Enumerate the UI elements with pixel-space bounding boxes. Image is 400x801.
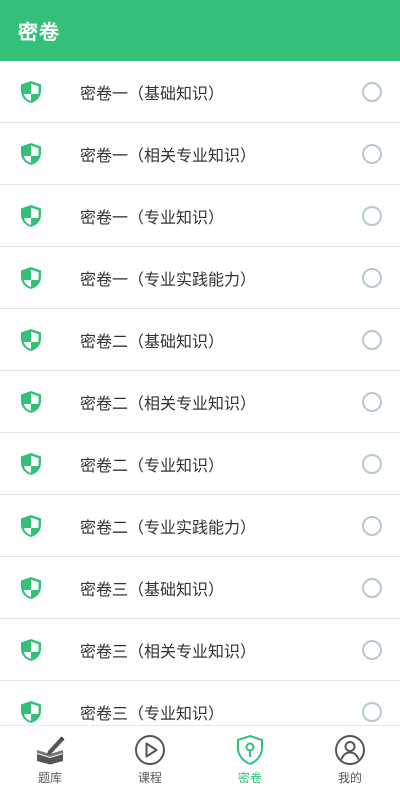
list-item-label: 密卷三（专业知识） (80, 703, 225, 723)
tab-label: 课程 (137, 771, 162, 785)
list-item-label: 密卷二（专业实践能力） (80, 517, 257, 537)
list-item-label: 密卷二（相关专业知识） (80, 393, 257, 413)
tab-label: 题库 (37, 771, 62, 785)
tab-secret-paper[interactable]: 密卷 (200, 726, 300, 801)
select-radio[interactable] (362, 267, 382, 288)
shield-icon (21, 576, 41, 599)
list-item-label: 密卷二（基础知识） (80, 331, 225, 351)
shield-icon (21, 80, 41, 103)
select-radio[interactable] (362, 329, 382, 350)
select-radio[interactable] (362, 701, 382, 722)
shield-icon (21, 452, 41, 475)
shield-icon (21, 328, 41, 351)
list-item-label: 密卷三（基础知识） (80, 579, 225, 599)
list-item-label: 密卷一（专业实践能力） (80, 269, 257, 289)
list-item-label: 密卷三（相关专业知识） (80, 641, 257, 661)
shield-icon (21, 514, 41, 537)
shield-icon (21, 700, 41, 723)
select-radio[interactable] (362, 143, 382, 164)
list-item[interactable]: 密卷二（相关专业知识） (0, 371, 400, 433)
list-item-label: 密卷二（专业知识） (80, 455, 225, 475)
tab-course[interactable]: 课程 (100, 726, 200, 801)
select-radio[interactable] (362, 205, 382, 226)
play-circle-icon (135, 735, 165, 765)
tab-mine[interactable]: 我的 (300, 726, 400, 801)
shield-icon (21, 638, 41, 661)
list-item[interactable]: 密卷二（专业知识） (0, 433, 400, 495)
tab-label: 我的 (337, 771, 362, 785)
list-item[interactable]: 密卷一（相关专业知识） (0, 123, 400, 185)
list-item[interactable]: 密卷二（专业实践能力） (0, 495, 400, 557)
list-item[interactable]: 密卷一（专业知识） (0, 185, 400, 247)
select-radio[interactable] (362, 391, 382, 412)
list-item[interactable]: 密卷三（专业知识） (0, 681, 400, 725)
app-header: 密卷 (0, 0, 400, 61)
bottom-tab-bar: 题库 课程 密卷 我的 (0, 725, 400, 801)
shield-icon (21, 204, 41, 227)
paper-list: 密卷一（基础知识） 密卷一（相关专业知识） 密卷一（专业知识） 密卷一（专业实践… (0, 61, 400, 725)
select-radio[interactable] (362, 577, 382, 598)
list-item[interactable]: 密卷一（基础知识） (0, 61, 400, 123)
select-radio[interactable] (362, 515, 382, 536)
list-item[interactable]: 密卷一（专业实践能力） (0, 247, 400, 309)
select-radio[interactable] (362, 639, 382, 660)
secret-paper-icon (237, 734, 263, 766)
shield-icon (21, 266, 41, 289)
question-bank-icon (37, 736, 65, 765)
list-item[interactable]: 密卷三（基础知识） (0, 557, 400, 619)
page-title: 密卷 (18, 20, 60, 44)
shield-icon (21, 142, 41, 165)
list-item[interactable]: 密卷三（相关专业知识） (0, 619, 400, 681)
shield-icon (21, 390, 41, 413)
select-radio[interactable] (362, 453, 382, 474)
list-item[interactable]: 密卷二（基础知识） (0, 309, 400, 371)
user-icon (335, 735, 365, 765)
tab-question-bank[interactable]: 题库 (0, 726, 100, 801)
list-item-label: 密卷一（专业知识） (80, 207, 225, 227)
tab-label: 密卷 (237, 771, 262, 785)
select-radio[interactable] (362, 81, 382, 102)
list-item-label: 密卷一（基础知识） (80, 83, 225, 103)
list-item-label: 密卷一（相关专业知识） (80, 145, 257, 165)
